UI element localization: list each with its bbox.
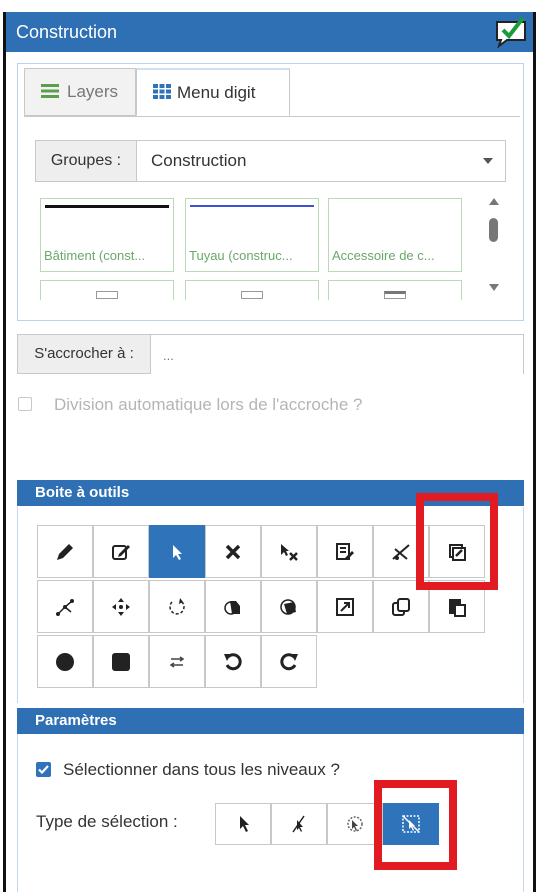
reverse-icon xyxy=(169,655,185,668)
window-title: Construction xyxy=(16,22,118,42)
tool-merge-alt[interactable] xyxy=(261,580,317,633)
snap-input[interactable] xyxy=(151,335,523,375)
snap-label: S'accrocher à : xyxy=(18,335,151,373)
select-lasso-icon xyxy=(292,815,305,833)
symbol-batiment[interactable]: Bâtiment (const... xyxy=(40,198,174,272)
square-icon xyxy=(112,652,130,671)
select-pointer-icon xyxy=(240,816,249,832)
snap-to-row: S'accrocher à : xyxy=(17,334,524,375)
groups-label: Groupes : xyxy=(36,141,137,181)
tool-pencil[interactable] xyxy=(37,525,93,578)
tab-divider xyxy=(24,116,520,117)
edit-attributes-icon xyxy=(336,542,354,560)
title-bar: Construction xyxy=(6,12,533,52)
tool-reverse[interactable] xyxy=(149,635,205,688)
tool-undo[interactable] xyxy=(205,635,261,688)
select-all-levels-checkbox[interactable] xyxy=(36,762,51,777)
rotate-icon xyxy=(169,597,185,615)
tool-rotate[interactable] xyxy=(149,580,205,633)
auto-split-checkbox[interactable] xyxy=(18,397,32,411)
tool-delete-selection[interactable] xyxy=(261,525,317,578)
split-node-icon xyxy=(56,598,74,616)
tool-move[interactable] xyxy=(93,580,149,633)
tool-square[interactable] xyxy=(93,635,149,688)
tool-delete[interactable] xyxy=(205,525,261,578)
paste-icon xyxy=(449,598,466,617)
symbol-item[interactable] xyxy=(40,280,174,300)
symbol-label: Tuyau (construc... xyxy=(189,248,293,263)
checkmark-icon xyxy=(38,765,49,775)
symbol-preview-icon xyxy=(384,291,406,299)
pencil-icon xyxy=(57,543,73,560)
undo-icon xyxy=(224,652,242,670)
symbol-preview-icon xyxy=(96,291,118,299)
scale-icon xyxy=(336,597,354,616)
symbol-label: Bâtiment (const... xyxy=(44,248,146,263)
symbol-label: Accessoire de c... xyxy=(332,248,435,263)
pointer-icon xyxy=(173,544,182,560)
highlight-box xyxy=(416,493,498,590)
grid-icon xyxy=(153,84,171,99)
cut-icon xyxy=(392,543,410,560)
auto-split-label: Division automatique lors de l'accroche … xyxy=(54,395,363,414)
delete-icon xyxy=(225,544,241,559)
edit-icon xyxy=(112,544,130,560)
symbol-line-preview xyxy=(190,205,314,207)
tool-merge[interactable] xyxy=(205,580,261,633)
symbol-item[interactable] xyxy=(328,280,462,300)
symbol-preview-icon xyxy=(241,291,263,299)
list-icon xyxy=(41,84,59,98)
symbols-scrollbar[interactable] xyxy=(485,196,503,298)
move-icon xyxy=(112,597,130,616)
merge-icon xyxy=(224,600,240,615)
scroll-down-icon[interactable] xyxy=(489,284,499,291)
merge-alt-icon xyxy=(280,598,296,615)
tool-edit-attributes[interactable] xyxy=(317,525,373,578)
scroll-up-icon[interactable] xyxy=(489,198,499,205)
symbol-tuyau[interactable]: Tuyau (construc... xyxy=(185,198,319,272)
groups-select[interactable]: Groupes : Construction xyxy=(35,140,506,182)
tool-redo[interactable] xyxy=(261,635,317,688)
symbol-accessoire[interactable]: Accessoire de c... xyxy=(328,198,462,272)
tool-edit[interactable] xyxy=(93,525,149,578)
tool-pointer[interactable] xyxy=(149,525,205,578)
highlight-box xyxy=(374,780,457,870)
symbol-item[interactable] xyxy=(185,280,319,300)
tab-layers[interactable]: Layers xyxy=(24,68,136,116)
symbol-line-preview xyxy=(45,205,169,208)
tab-menu-digit[interactable]: Menu digit xyxy=(136,68,290,116)
circle-icon xyxy=(56,652,74,671)
copy-icon xyxy=(392,597,410,616)
select-polygon-icon xyxy=(347,816,363,832)
tool-split-node[interactable] xyxy=(37,580,93,633)
groups-value: Construction xyxy=(151,151,247,170)
select-all-levels-label: Sélectionner dans tous les niveaux ? xyxy=(63,760,340,779)
params-header: Paramètres xyxy=(17,708,524,734)
check-message-icon[interactable] xyxy=(493,14,529,48)
scroll-thumb[interactable] xyxy=(489,218,498,242)
selection-type-label: Type de sélection : xyxy=(36,812,178,831)
chevron-down-icon xyxy=(483,158,493,164)
tool-circle[interactable] xyxy=(37,635,93,688)
selection-type-lasso[interactable] xyxy=(271,803,327,845)
redo-icon xyxy=(280,652,298,670)
delete-selection-icon xyxy=(281,543,298,561)
tool-scale[interactable] xyxy=(317,580,373,633)
selection-type-pointer[interactable] xyxy=(215,803,271,845)
